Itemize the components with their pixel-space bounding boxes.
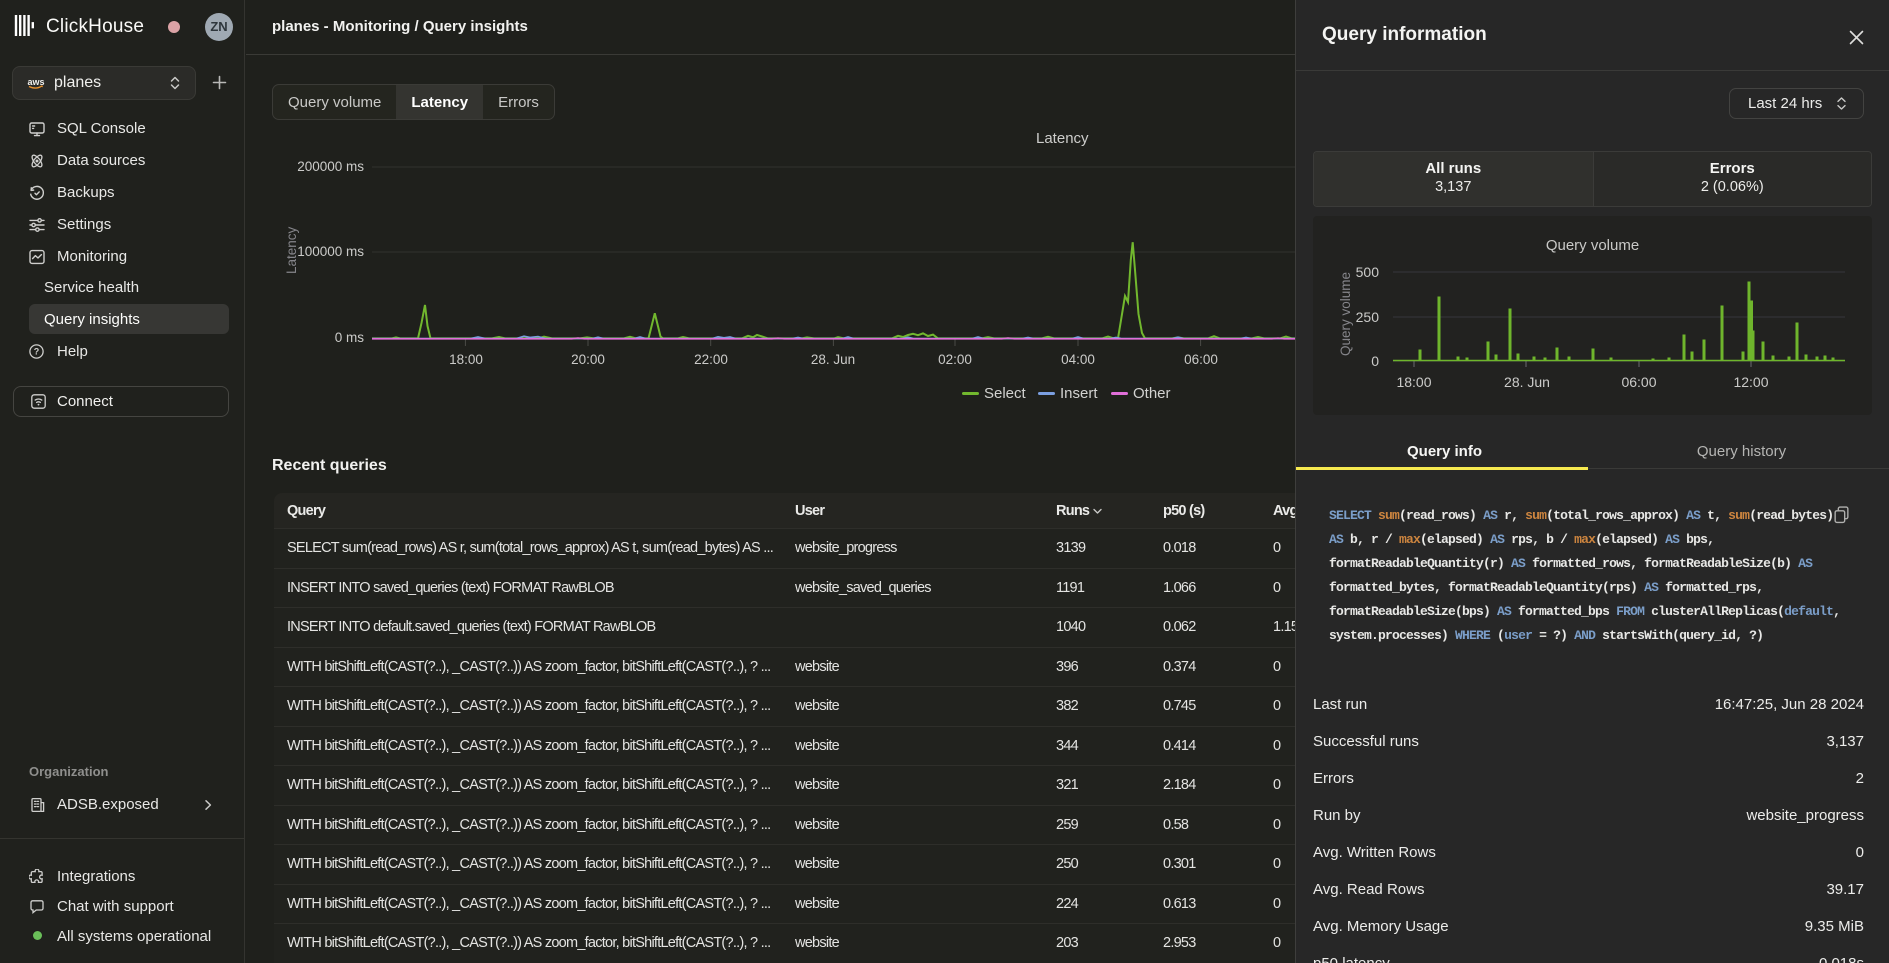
svg-text:?: ?	[34, 347, 40, 357]
svg-text:aws: aws	[27, 77, 44, 87]
